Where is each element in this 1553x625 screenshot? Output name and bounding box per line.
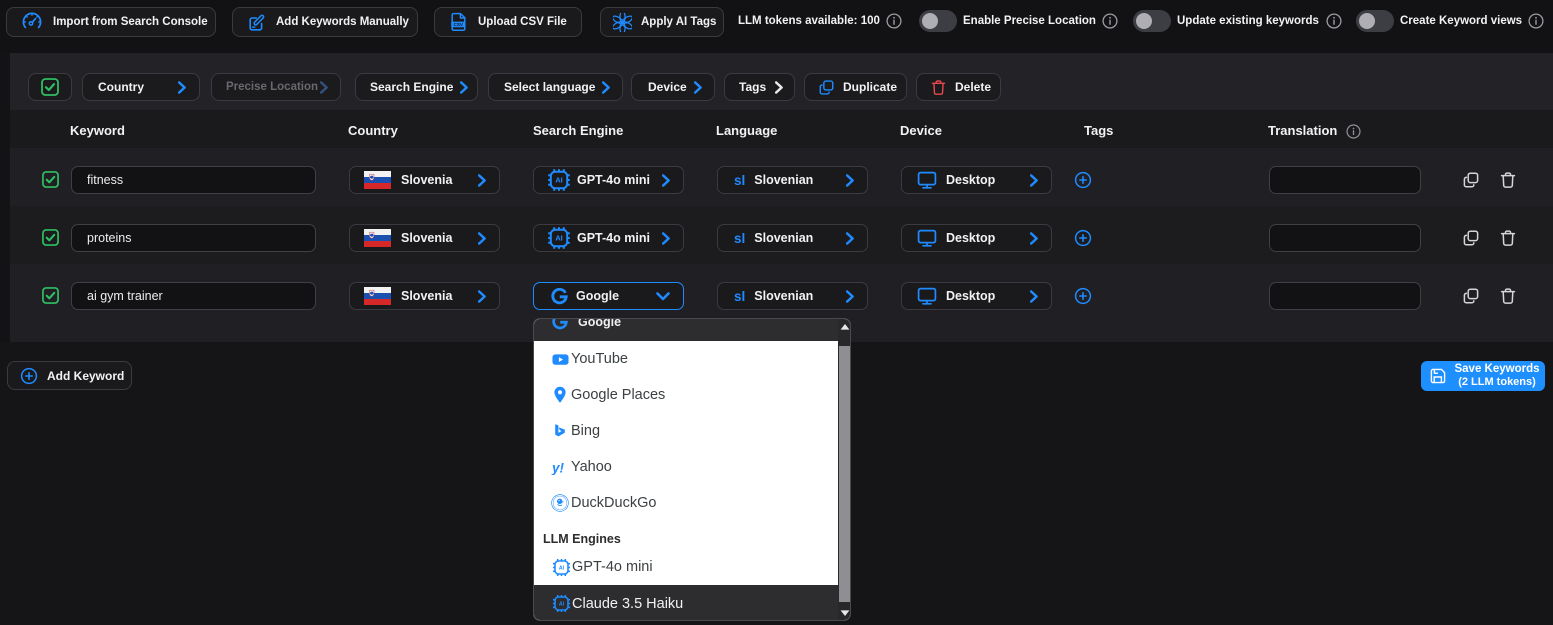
svg-text:y!: y!	[551, 460, 565, 474]
svg-text:AI: AI	[555, 176, 563, 185]
svg-text:AI: AI	[555, 234, 563, 243]
svg-text:CSV: CSV	[453, 22, 463, 27]
svg-text:AI: AI	[559, 565, 565, 571]
svg-text:AI: AI	[559, 601, 565, 607]
